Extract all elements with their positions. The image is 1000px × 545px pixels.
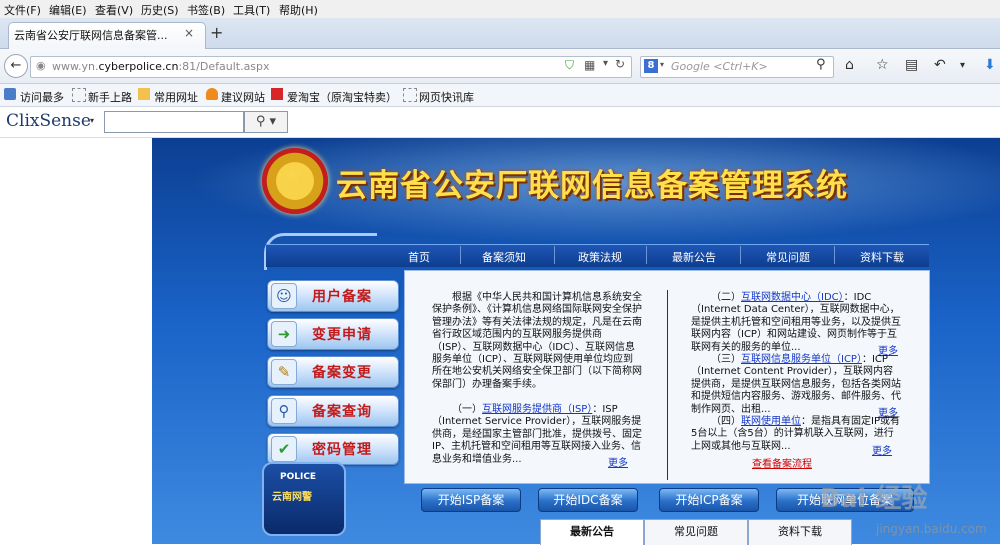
nav-divider	[646, 246, 647, 264]
baidu-watermark-site: jingyan.baidu.com	[876, 522, 987, 536]
undo-icon[interactable]: ↶	[934, 57, 946, 73]
user-unit-link[interactable]: 联网使用单位	[741, 416, 801, 427]
filing-process-link[interactable]: 查看备案流程	[752, 455, 812, 470]
reload-icon[interactable]: ↻	[615, 57, 625, 71]
search-engine-icon[interactable]: 8	[644, 59, 658, 73]
bookmarks-bar	[0, 84, 1000, 107]
menu-tools[interactable]: 工具(T)	[233, 2, 270, 18]
menu-history[interactable]: 历史(S)	[141, 2, 179, 18]
chevron-down-icon[interactable]: ▾	[660, 60, 664, 69]
nav-home[interactable]: 首页	[408, 249, 430, 265]
idc-paragraph: （二）互联网数据中心（IDC）：IDC（Internet Data Center…	[691, 292, 901, 353]
star-icon: ★	[281, 160, 305, 190]
home-icon[interactable]: ⌂	[845, 57, 854, 73]
tab-latest-notice[interactable]: 最新公告	[540, 519, 644, 545]
menu-view[interactable]: 查看(V)	[95, 2, 133, 18]
police-badge-subtitle: 云南网警	[272, 492, 312, 503]
search-icon[interactable]: ⚲	[816, 57, 826, 72]
baidu-watermark-logo: Bai 经验	[820, 484, 928, 514]
clixsense-logo[interactable]: ClixSense	[6, 111, 91, 131]
bookmark-web-slices[interactable]: 网页快讯库	[419, 89, 474, 105]
isp-link[interactable]: 互联网服务提供商（ISP）	[482, 404, 592, 415]
change-request-label: 变更申请	[312, 327, 372, 343]
search-input[interactable]: Google <Ctrl+K>	[671, 60, 768, 73]
start-icp-filing-button[interactable]: 开始ICP备案	[659, 488, 759, 512]
search-icon[interactable]: ⚲ ▾	[244, 111, 288, 133]
idc-link[interactable]: 互联网数据中心（IDC）	[741, 292, 844, 303]
tab-faq[interactable]: 常见问题	[644, 519, 748, 545]
nav-downloads[interactable]: 资料下载	[860, 249, 904, 265]
password-management-label: 密码管理	[312, 442, 372, 458]
tab-close-icon[interactable]: ×	[184, 26, 194, 40]
bookmark-getting-started[interactable]: 新手上路	[88, 89, 132, 105]
intro-paragraph: 根据《中华人民共和国计算机信息系统安全保护条例》、《计算机信息网络国际联网安全保…	[432, 292, 642, 390]
menu-help[interactable]: 帮助(H)	[279, 2, 318, 18]
qr-code-icon[interactable]: ▦	[584, 58, 595, 72]
reading-list-icon[interactable]: ▤	[905, 57, 918, 73]
nav-divider	[740, 246, 741, 264]
user-filing-label: 用户备案	[312, 289, 372, 305]
page-icon	[403, 88, 417, 102]
icp-link[interactable]: 互联网信息服务单位（ICP）	[741, 354, 862, 365]
menu-bookmarks[interactable]: 书签(B)	[187, 2, 225, 18]
magnifier-icon: ⚲	[271, 398, 297, 424]
bookmark-suggested-sites[interactable]: 建议网站	[221, 89, 265, 105]
police-badge-text: POLICE	[280, 472, 317, 482]
star-icon[interactable]: ☆	[876, 57, 889, 73]
page-icon	[72, 88, 86, 102]
chevron-down-icon[interactable]: ▾	[90, 116, 94, 125]
nav-divider	[834, 246, 835, 264]
globe-icon: ◉	[36, 59, 46, 72]
menu-edit[interactable]: 编辑(E)	[49, 2, 87, 18]
bulb-icon	[206, 88, 218, 100]
nav-divider	[554, 246, 555, 264]
menu-file[interactable]: 文件(F)	[4, 2, 41, 18]
nav-policy[interactable]: 政策法规	[578, 249, 622, 265]
nav-latest-notice[interactable]: 最新公告	[672, 249, 716, 265]
clixsense-search-input[interactable]	[104, 111, 244, 133]
edit-pencil-icon: ✎	[271, 359, 297, 385]
filing-change-label: 备案变更	[312, 365, 372, 381]
checkmark-icon: ✔	[271, 436, 297, 462]
menu-bar: 文件(F) 编辑(E) 查看(V) 历史(S) 书签(B) 工具(T) 帮助(H…	[0, 0, 1000, 18]
new-tab-icon[interactable]: +	[210, 23, 223, 42]
user-unit-more-link[interactable]: 更多	[872, 442, 892, 457]
isp-more-link[interactable]: 更多	[608, 454, 628, 469]
download-icon[interactable]: ⬇	[984, 57, 996, 73]
chevron-down-icon[interactable]: ▾	[603, 58, 608, 69]
panel-divider	[667, 290, 668, 480]
bookmark-common-sites[interactable]: 常用网址	[154, 89, 198, 105]
tab-title: 云南省公安厅联网信息备案管...	[14, 29, 168, 42]
shield-icon[interactable]: ⛉	[565, 58, 574, 73]
bookmark-folder-icon	[4, 88, 16, 100]
user-card-icon: ☺	[271, 283, 297, 309]
icp-paragraph: （三）互联网信息服务单位（ICP）：ICP（Internet Content P…	[691, 354, 901, 415]
nav-faq[interactable]: 常见问题	[766, 249, 810, 265]
url-text[interactable]: www.yn.cyberpolice.cn:81/Default.aspx	[52, 60, 270, 73]
tab-downloads[interactable]: 资料下载	[748, 519, 852, 545]
folder-icon	[138, 88, 150, 100]
back-arrow-icon[interactable]: ←	[4, 54, 28, 78]
bookmark-ai-taobao[interactable]: 爱淘宝（原淘宝特卖）	[287, 89, 397, 105]
nav-filing-notice[interactable]: 备案须知	[482, 249, 526, 265]
site-title: 云南省公安厅联网信息备案管理系统	[336, 168, 848, 204]
start-idc-filing-button[interactable]: 开始IDC备案	[538, 488, 638, 512]
arrow-right-icon: ➜	[271, 321, 297, 347]
bookmark-most-visited[interactable]: 访问最多	[20, 89, 64, 105]
taobao-icon	[271, 88, 283, 100]
start-isp-filing-button[interactable]: 开始ISP备案	[421, 488, 521, 512]
filing-query-label: 备案查询	[312, 404, 372, 420]
chevron-down-icon[interactable]: ▾	[960, 60, 965, 71]
nav-divider	[460, 246, 461, 264]
user-unit-paragraph: （四）联网使用单位：是指具有固定IP或有5台以上（含5台）的计算机联入互联网，进…	[691, 416, 900, 452]
